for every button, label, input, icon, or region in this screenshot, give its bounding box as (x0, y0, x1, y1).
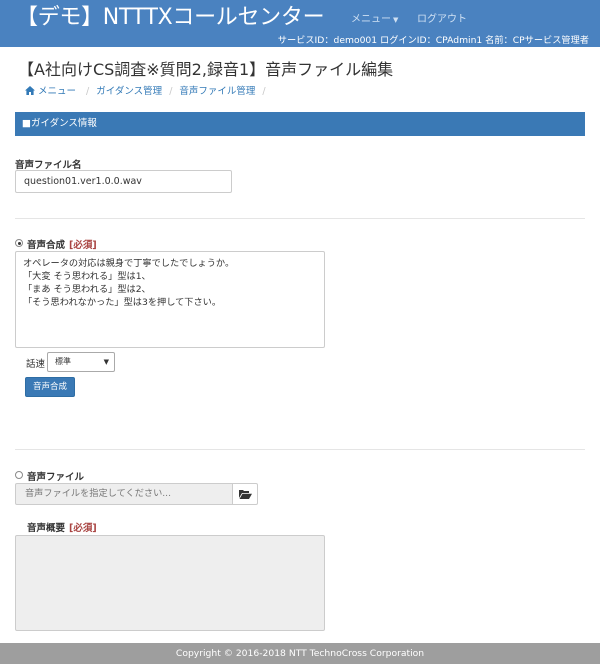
section-header: ■ガイダンス情報 (15, 112, 585, 136)
tts-radio[interactable] (15, 239, 23, 247)
nav-menu-dropdown[interactable]: メニュー ▼ (351, 10, 398, 25)
page-title: 【A社向けCS調査※質問2,録音1】音声ファイル編集 (18, 60, 394, 79)
tts-label: 音声合成 (27, 240, 66, 251)
footer-copyright: Copyright © 2016-2018 NTT TechnoCross Co… (0, 643, 600, 664)
divider (15, 449, 585, 450)
breadcrumb-separator: / (86, 86, 90, 97)
audio-file-label: 音声ファイル (27, 472, 85, 483)
chevron-down-icon: ▼ (103, 358, 109, 366)
tts-line: 「まあ そう思われる」型は2、 (23, 284, 151, 295)
user-info: サービスID：demo001 ログインID：CPAdmin1 名前：CPサービス… (277, 35, 589, 46)
audio-file-radio[interactable] (15, 471, 23, 479)
speed-label: 話速 (26, 359, 46, 370)
required-mark: [必須] (69, 523, 97, 534)
divider (15, 218, 585, 219)
folder-open-icon (239, 490, 252, 499)
speed-value: 標準 (55, 357, 71, 366)
file-name-label: 音声ファイル名 (15, 160, 82, 171)
breadcrumb-separator: / (169, 86, 173, 97)
breadcrumb-separator: / (262, 86, 266, 97)
top-navbar: 【デモ】NTTTXコールセンター メニュー ▼ ログアウト サービスID：demo… (0, 0, 600, 47)
tts-line: 「大変 そう思われる」型は1、 (23, 271, 151, 282)
tts-line: オペレータの対応は親身で丁寧でしたでしょうか。 (23, 258, 235, 269)
breadcrumb-item-audio-files[interactable]: 音声ファイル管理 (179, 86, 255, 97)
logout-link[interactable]: ログアウト (417, 10, 467, 25)
breadcrumb: メニュー / ガイダンス管理 / 音声ファイル管理 / (25, 85, 273, 98)
audio-file-input[interactable]: 音声ファイルを指定してください... (15, 483, 233, 505)
file-name-input[interactable]: question01.ver1.0.0.wav (15, 170, 232, 193)
tts-label-row: 音声合成 [必須] (27, 237, 97, 251)
summary-label-row: 音声概要 [必須] (27, 520, 97, 534)
breadcrumb-item-guidance[interactable]: ガイダンス管理 (96, 86, 162, 97)
nav-menu-label: メニュー (351, 14, 391, 25)
required-mark: [必須] (69, 240, 97, 251)
tts-line: 「そう思われなかった」型は3を押して下さい。 (23, 297, 222, 308)
app-brand[interactable]: 【デモ】NTTTXコールセンター (16, 5, 325, 31)
browse-file-button[interactable] (232, 483, 258, 505)
synthesize-button[interactable]: 音声合成 (25, 377, 75, 397)
home-icon (25, 86, 35, 95)
caret-down-icon: ▼ (393, 16, 399, 24)
speed-select[interactable]: 標準 ▼ (47, 352, 115, 372)
summary-label: 音声概要 (27, 523, 66, 534)
summary-textarea[interactable] (15, 535, 325, 631)
breadcrumb-label: メニュー (38, 86, 77, 97)
tts-textarea[interactable]: オペレータの対応は親身で丁寧でしたでしょうか。 「大変 そう思われる」型は1、 … (15, 251, 325, 348)
breadcrumb-item-menu[interactable]: メニュー (25, 86, 79, 97)
